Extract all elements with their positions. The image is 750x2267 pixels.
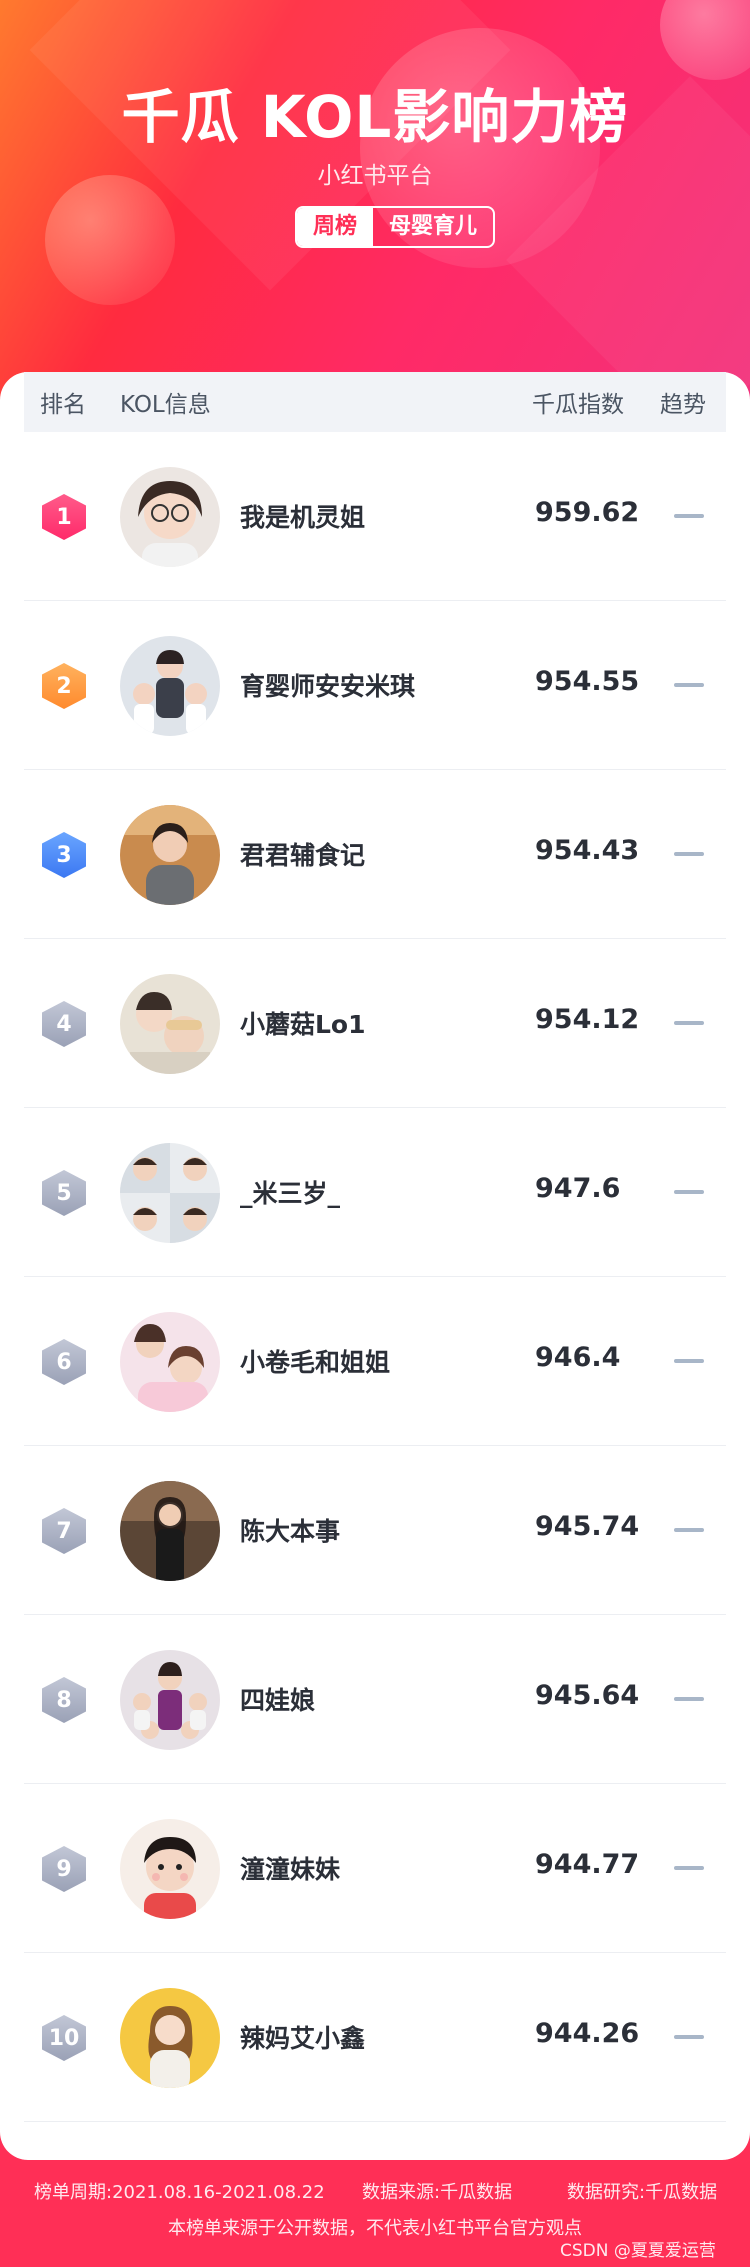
kol-score: 946.4 (535, 1342, 621, 1373)
trend-flat-icon (674, 1021, 704, 1025)
trend-flat-icon (674, 1190, 704, 1194)
table-row[interactable]: 5 _米三岁_ 947.6 (24, 1108, 726, 1277)
trend-flat-icon (674, 514, 704, 518)
rank-number: 2 (56, 673, 72, 699)
platform-subtitle: 小红书平台 (317, 163, 433, 189)
column-header-rank: 排名 (40, 392, 86, 418)
kol-score: 959.62 (535, 497, 640, 528)
kol-score: 945.64 (535, 1680, 640, 1711)
avatar[interactable] (120, 467, 220, 567)
table-row[interactable]: 6 小卷毛和姐姐 946.4 (24, 1277, 726, 1446)
kol-score: 954.43 (535, 835, 640, 866)
column-header-trend: 趋势 (660, 392, 706, 418)
kol-name[interactable]: 育婴师安安米琪 (240, 667, 415, 703)
kol-name[interactable]: 小蘑菇Lo1 (240, 1005, 366, 1041)
footer-source: 数据来源:千瓜数据 (362, 2182, 513, 2203)
rank-hexagon-icon: 10 (42, 2015, 86, 2061)
rank-hexagon-icon: 2 (42, 663, 86, 709)
table-row[interactable]: 10 辣妈艾小鑫 944.26 (24, 1953, 726, 2122)
trend-flat-icon (674, 1528, 704, 1532)
rank-hexagon-icon: 3 (42, 832, 86, 878)
kol-name[interactable]: 辣妈艾小鑫 (240, 2019, 365, 2055)
ranking-tags: 周榜 母婴育儿 (295, 206, 496, 248)
rank-hexagon-icon: 5 (42, 1170, 86, 1216)
kol-score: 944.26 (535, 2018, 640, 2049)
avatar[interactable] (120, 1988, 220, 2088)
trend-flat-icon (674, 2035, 704, 2039)
hero-banner: 千瓜 KOL影响力榜 小红书平台 周榜 母婴育儿 (0, 0, 750, 420)
footer-meta: 榜单周期:2021.08.16-2021.08.22 数据来源:千瓜数据 数据研… (0, 2178, 750, 2208)
rank-number: 4 (56, 1011, 72, 1037)
rank-hexagon-icon: 7 (42, 1508, 86, 1554)
avatar[interactable] (120, 1650, 220, 1750)
table-row[interactable]: 2 育婴师安安米琪 954.55 (24, 601, 726, 770)
kol-score: 954.12 (535, 1004, 640, 1035)
rank-number: 6 (56, 1349, 72, 1375)
table-row[interactable]: 3 君君辅食记 954.43 (24, 770, 726, 939)
avatar[interactable] (120, 1143, 220, 1243)
kol-name[interactable]: 陈大本事 (240, 1512, 340, 1548)
rank-number: 9 (56, 1856, 72, 1882)
rank-number: 10 (48, 2025, 80, 2051)
avatar[interactable] (120, 1481, 220, 1581)
avatar[interactable] (120, 1312, 220, 1412)
rank-number: 5 (56, 1180, 72, 1206)
footer-research: 数据研究:千瓜数据 (567, 2182, 718, 2203)
trend-flat-icon (674, 1697, 704, 1701)
column-header-score: 千瓜指数 (532, 392, 624, 418)
trend-flat-icon (674, 1359, 704, 1363)
page-title: 千瓜 KOL影响力榜 (121, 83, 629, 151)
rank-hexagon-icon: 6 (42, 1339, 86, 1385)
avatar[interactable] (120, 636, 220, 736)
table-row[interactable]: 1 我是机灵姐 959.62 (24, 432, 726, 601)
kol-score: 944.77 (535, 1849, 640, 1880)
trend-flat-icon (674, 1866, 704, 1870)
rank-number: 1 (56, 504, 72, 530)
table-row[interactable]: 4 小蘑菇Lo1 954.12 (24, 939, 726, 1108)
kol-name[interactable]: _米三岁_ (240, 1174, 340, 1210)
kol-name[interactable]: 四娃娘 (240, 1681, 315, 1717)
rank-number: 7 (56, 1518, 72, 1544)
ranking-list: 1 我是机灵姐 959.62 2 育婴师安安米琪 954.55 3 君君辅食记 (24, 432, 726, 2122)
table-row[interactable]: 9 潼潼妹妹 944.77 (24, 1784, 726, 1953)
table-row[interactable]: 8 四娃娘 945.64 (24, 1615, 726, 1784)
rank-number: 8 (56, 1687, 72, 1713)
decor-orb (660, 0, 750, 80)
avatar[interactable] (120, 805, 220, 905)
rank-hexagon-icon: 4 (42, 1001, 86, 1047)
tab-weekly[interactable]: 周榜 (297, 208, 374, 246)
trend-flat-icon (674, 852, 704, 856)
rank-number: 3 (56, 842, 72, 868)
rank-hexagon-icon: 9 (42, 1846, 86, 1892)
ranking-card: 排名 KOL信息 千瓜指数 趋势 1 我是机灵姐 959.62 2 育婴师安安米… (0, 372, 750, 2160)
kol-score: 947.6 (535, 1173, 621, 1204)
kol-name[interactable]: 君君辅食记 (240, 836, 365, 872)
rank-hexagon-icon: 1 (42, 494, 86, 540)
kol-name[interactable]: 潼潼妹妹 (240, 1850, 340, 1886)
kol-name[interactable]: 小卷毛和姐姐 (240, 1343, 390, 1379)
decor-orb (45, 175, 175, 305)
trend-flat-icon (674, 683, 704, 687)
tab-category[interactable]: 母婴育儿 (373, 208, 493, 246)
kol-name[interactable]: 我是机灵姐 (240, 498, 365, 534)
rank-hexagon-icon: 8 (42, 1677, 86, 1723)
table-row[interactable]: 7 陈大本事 945.74 (24, 1446, 726, 1615)
kol-score: 945.74 (535, 1511, 640, 1542)
avatar[interactable] (120, 974, 220, 1074)
kol-score: 954.55 (535, 666, 640, 697)
watermark: CSDN @夏夏爱运营 (560, 2241, 716, 2261)
column-header-kol: KOL信息 (120, 392, 211, 418)
footer-period: 榜单周期:2021.08.16-2021.08.22 (34, 2182, 325, 2203)
table-header: 排名 KOL信息 千瓜指数 趋势 (24, 372, 726, 432)
avatar[interactable] (120, 1819, 220, 1919)
